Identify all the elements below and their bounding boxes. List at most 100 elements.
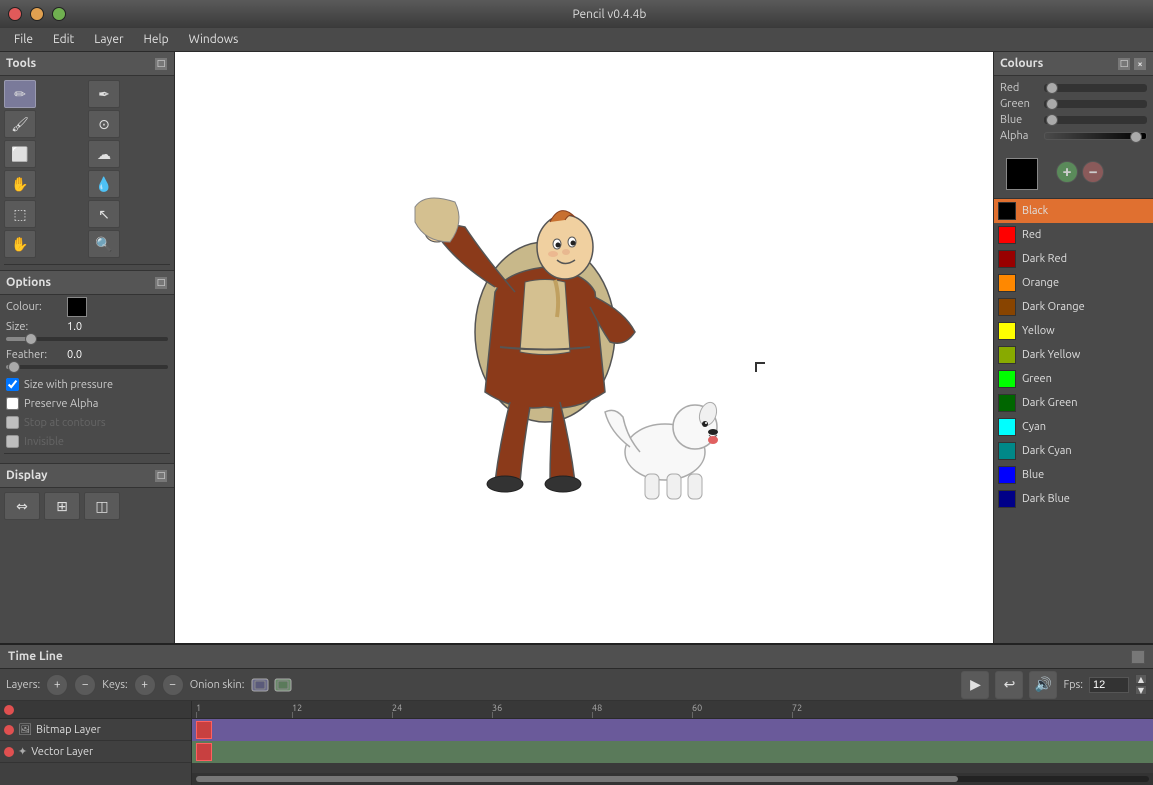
play-button[interactable]: ▶ (961, 671, 989, 699)
zoom-tool-btn[interactable]: 🔍 (88, 230, 120, 258)
timeline-controls: Layers: + − Keys: + − Onion skin: ▶ ↩ 🔊 … (0, 669, 1153, 701)
colours-restore-icon[interactable]: □ (1117, 57, 1131, 71)
colour-list-item[interactable]: Orange (994, 271, 1153, 295)
pencil-tool-btn[interactable]: ✏ (4, 80, 36, 108)
alpha-slider-track[interactable] (1044, 132, 1147, 140)
size-slider-track[interactable] (6, 337, 168, 341)
preserve-alpha-checkbox[interactable] (6, 397, 19, 410)
colour-list-item[interactable]: Green (994, 367, 1153, 391)
smudge-tool-btn[interactable]: ☁ (88, 140, 120, 168)
eraser-tool-btn[interactable]: ⬜ (4, 140, 36, 168)
colour-item-label: Orange (1022, 277, 1059, 289)
display-grid-button[interactable]: ⊞ (44, 492, 80, 520)
colours-close-icon[interactable]: × (1133, 57, 1147, 71)
eyedropper-tool-btn[interactable]: 💧 (88, 170, 120, 198)
colour-list-item[interactable]: Red (994, 223, 1153, 247)
tools-grid: ✏ ✒ 🖌 ⊙ ⬜ ☁ ✋ 💧 ⬚ ↖ ✋ 🔍 (0, 76, 174, 262)
onion-prev-icon[interactable] (250, 675, 270, 695)
display-onion-button[interactable]: ◫ (84, 492, 120, 520)
onion-next-icon[interactable] (273, 675, 293, 695)
stop-button[interactable]: ↩ (995, 671, 1023, 699)
timeline: Time Line Layers: + − Keys: + − Onion sk… (0, 643, 1153, 783)
colour-list-item[interactable]: Cyan (994, 415, 1153, 439)
tools-expand-icon[interactable]: □ (154, 57, 168, 71)
vector-layer-track[interactable] (192, 741, 1153, 763)
green-slider-row: Green (1000, 98, 1147, 110)
feather-slider-track[interactable] (6, 365, 168, 369)
add-colour-button[interactable]: + (1056, 161, 1078, 183)
colour-list-item[interactable]: Dark Cyan (994, 439, 1153, 463)
options-expand-icon[interactable]: □ (154, 276, 168, 290)
colour-list-item[interactable]: Yellow (994, 319, 1153, 343)
size-pressure-checkbox[interactable] (6, 378, 19, 391)
bitmap-layer-row[interactable]: 🖼 Bitmap Layer (0, 719, 191, 741)
colour-list-item[interactable]: Dark Red (994, 247, 1153, 271)
colour-list-item[interactable]: Dark Green (994, 391, 1153, 415)
ruler-12: 12 (292, 703, 302, 713)
arrow-tool-btn[interactable]: ↖ (88, 200, 120, 228)
invisible-checkbox[interactable] (6, 435, 19, 448)
timeline-track-area: 1 12 24 36 48 60 72 (192, 701, 1153, 785)
colour-dot (998, 298, 1016, 316)
menu-layer[interactable]: Layer (84, 31, 133, 48)
feather-slider-thumb[interactable] (8, 361, 20, 373)
colour-list-item[interactable]: Blue (994, 463, 1153, 487)
select-rect-tool-btn[interactable]: ⬚ (4, 200, 36, 228)
display-expand-icon[interactable]: □ (154, 469, 168, 483)
menu-help[interactable]: Help (134, 31, 179, 48)
timeline-scroll-track[interactable] (196, 776, 1149, 782)
fps-up-button[interactable]: ▲ (1135, 674, 1147, 684)
minimize-button[interactable] (30, 7, 44, 21)
flip-horizontal-button[interactable]: ⇔ (4, 492, 40, 520)
blue-slider-thumb[interactable] (1046, 114, 1058, 126)
fps-input[interactable]: 12 (1089, 677, 1129, 693)
remove-layer-button[interactable]: − (74, 674, 96, 696)
blue-slider-track[interactable] (1044, 116, 1147, 124)
colour-list-item[interactable]: Dark Yellow (994, 343, 1153, 367)
pen-tool-btn[interactable]: ✒ (88, 80, 120, 108)
stop-contours-checkbox[interactable] (6, 416, 19, 429)
ruler-60: 60 (692, 703, 702, 713)
sound-button[interactable]: 🔊 (1029, 671, 1057, 699)
paint-tool-btn[interactable]: 🖌 (4, 110, 36, 138)
colour-swatch[interactable] (67, 297, 87, 317)
red-slider-track[interactable] (1044, 84, 1147, 92)
hand-tool-btn[interactable]: ✋ (4, 230, 36, 258)
colours-header: Colours □ × (994, 52, 1153, 76)
green-slider-thumb[interactable] (1046, 98, 1058, 110)
menu-edit[interactable]: Edit (43, 31, 84, 48)
bitmap-layer-track[interactable] (192, 719, 1153, 741)
red-slider-thumb[interactable] (1046, 82, 1058, 94)
colour-list-item[interactable]: Black (994, 199, 1153, 223)
timeline-expand-icon[interactable] (1131, 650, 1145, 664)
menu-windows[interactable]: Windows (179, 31, 249, 48)
close-button[interactable] (8, 7, 22, 21)
playhead-indicator (4, 705, 14, 715)
move-tool-btn[interactable]: ✋ (4, 170, 36, 198)
lasso-tool-btn[interactable]: ⊙ (88, 110, 120, 138)
tools-separator (4, 264, 170, 268)
colour-list-item[interactable]: Dark Orange (994, 295, 1153, 319)
colour-item-label: Dark Blue (1022, 493, 1070, 505)
delete-colour-button[interactable]: − (1082, 161, 1104, 183)
add-layer-button[interactable]: + (46, 674, 68, 696)
size-label: Size: (6, 321, 61, 333)
remove-key-button[interactable]: − (162, 674, 184, 696)
timeline-scroll-thumb[interactable] (196, 776, 958, 782)
tools-panel: Tools □ ✏ ✒ 🖌 ⊙ ⬜ ☁ ✋ 💧 ⬚ ↖ ✋ 🔍 Options … (0, 52, 175, 666)
maximize-button[interactable] (52, 7, 66, 21)
display-panel: Display □ ⇔ ⊞ ◫ (0, 463, 174, 524)
fps-down-button[interactable]: ▼ (1135, 685, 1147, 695)
alpha-slider-thumb[interactable] (1130, 131, 1142, 143)
colour-list-item[interactable]: Dark Blue (994, 487, 1153, 511)
main-area: Tools □ ✏ ✒ 🖌 ⊙ ⬜ ☁ ✋ 💧 ⬚ ↖ ✋ 🔍 Options … (0, 52, 1153, 666)
options-title: Options (6, 276, 51, 289)
vector-layer-row[interactable]: ✦ Vector Layer (0, 741, 191, 763)
colour-item-label: Dark Cyan (1022, 445, 1072, 457)
timeline-scroll[interactable] (192, 773, 1153, 785)
green-slider-track[interactable] (1044, 100, 1147, 108)
size-slider-thumb[interactable] (25, 333, 37, 345)
menu-file[interactable]: File (4, 31, 43, 48)
add-key-button[interactable]: + (134, 674, 156, 696)
feather-option-row: Feather: 0.0 (0, 347, 174, 363)
